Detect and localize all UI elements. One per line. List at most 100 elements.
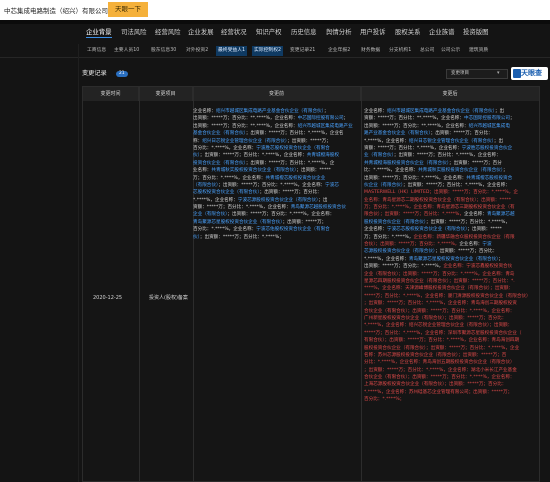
nav-tab-user-complaints[interactable]: 用户投诉	[360, 26, 386, 38]
company-link[interactable]: （有限合伙）	[193, 183, 218, 188]
subnav-business-info[interactable]: 工商信息	[87, 46, 106, 56]
change-text-segment: ；出资额：*****万；百分比：*.****%，企业名称：	[199, 153, 307, 159]
tianyan-button[interactable]: 天眼一下	[108, 2, 148, 17]
company-link[interactable]: 企业（有限合伙）	[193, 212, 227, 217]
company-link[interactable]: 青岛聚源芯越	[487, 212, 515, 217]
tianyancha-logo-icon	[513, 69, 521, 78]
company-link[interactable]: 共青城秋实股权投资合伙企业（有限合伙）	[211, 168, 296, 173]
change-text-line: 合伙企业（有限合伙）；出资额：*****万；百分比：*.****%，企业名称：	[364, 308, 538, 315]
subnav-key-personnel[interactable]: 主要人员10	[114, 46, 139, 56]
change-text-segment: ****%，企业名称：天津源峰博股权投资合伙企业（有限合伙）；出资额：	[364, 286, 514, 292]
company-link[interactable]: 青岛聚源芯星股权投资合伙企业（有限合伙）	[193, 220, 283, 225]
company-link[interactable]: 青岛聚源芯越股权投资合伙	[291, 205, 346, 210]
company-link[interactable]: 伙企业（有限合伙）	[364, 183, 403, 188]
nav-tab-investment-map[interactable]: 投资版图	[463, 26, 489, 38]
company-link[interactable]: 绍兴市越城区集成电路产业基金合伙企业（有限合伙）	[387, 109, 495, 114]
company-link[interactable]: 芯源股权投资合伙企业（有限合伙）	[364, 249, 435, 254]
after-change-content: 企业名称：绍兴市越城区集成电路产业基金合伙企业（有限合伙）；出 资额：*****万…	[364, 108, 538, 480]
nav-tab-intellectual-property[interactable]: 知识产权	[256, 26, 282, 38]
change-text-line: 资额：*****万；百分比：*.****%，企业名称：青岛聚源芯越股权投资合伙	[193, 204, 355, 211]
company-link[interactable]: 伙）	[193, 235, 200, 240]
nav-tab-enterprise-genealogy[interactable]: 企业族谱	[429, 26, 455, 38]
change-text-segment: 有限合伙）；出资额：*****万；百分比：*.****%，企业名称：青岛海创四期	[364, 338, 520, 344]
change-text-line: 有限合伙）；出资额：*****万；百分比：*.****%，企业名称：青岛海创四期	[364, 337, 538, 344]
company-link[interactable]: 共青城橙海股权投资合伙企业（有限合伙）	[364, 161, 449, 166]
subnav-construction-qualification[interactable]: 建筑资质	[469, 46, 488, 56]
company-link[interactable]: 伙）	[193, 153, 200, 158]
change-text-segment: ；	[509, 116, 515, 122]
company-name: 中芯集成电路制造（绍兴）有限公司	[4, 7, 108, 15]
nav-tab-equity-relations[interactable]: 股权关系	[395, 26, 421, 38]
subnav-shareholders[interactable]: 股东信息30	[151, 46, 176, 56]
nav-tab-operating-status[interactable]: 经营状况	[221, 26, 247, 38]
company-link[interactable]: 宁波芯源股权投资合伙企业（有限合伙）	[238, 198, 318, 203]
company-link[interactable]: 共青城橙海股权	[307, 153, 339, 158]
company-link[interactable]: 宁波芯佑股权投资合伙企业（有限合	[256, 227, 330, 232]
change-text-segment: 出资额：*****万；百分比：**.****%，企业名称：	[193, 116, 298, 122]
company-link[interactable]: 投资合伙企业（有限合伙）	[193, 161, 246, 166]
header-before-change: 变更前	[193, 87, 361, 101]
change-text-segment: ；出资额：*****万；百分比：*.****%；	[199, 234, 284, 240]
change-text-line: *.****%，企业名称：青岛聚源芯星股权投资合伙企业（有限合伙）；	[364, 256, 538, 263]
change-text-segment: ；	[323, 109, 329, 114]
subnav-change-records[interactable]: 变更记录21	[290, 46, 315, 56]
company-link[interactable]: 绍兴日芯锐企业管理合伙企业（有限合伙）	[409, 139, 494, 144]
company-link[interactable]: 绍兴市越城区集成电路产业基金合伙企业（有限合伙）	[216, 109, 324, 114]
change-text-line: ；出资额：*****万；百分比：*.****%，企业名称：青岛海创三期股权投资	[364, 300, 538, 307]
company-link[interactable]: 芯股权投资合伙企业（有限合伙）	[193, 190, 260, 195]
change-text-segment: ；出	[493, 138, 504, 144]
change-text-segment: 出资额：*****万；百分比：**.****%，企业名称：	[364, 123, 469, 129]
subnav-head-office[interactable]: 总公司	[420, 46, 434, 56]
company-link[interactable]: 共青城橙芯股权投资合伙企业	[265, 176, 325, 181]
change-text-segment: ；	[343, 116, 349, 122]
change-text-line: 业名称：青岛星源芯二期股权投资合伙企业（有限合伙）；出资额：*****	[364, 197, 538, 204]
subnav-actual-control[interactable]: 实际控制权2	[252, 46, 284, 56]
subnav-annual-reports[interactable]: 企业年报2	[328, 46, 350, 56]
company-link[interactable]: 基金合伙企业（有限合伙）	[193, 131, 246, 136]
company-link[interactable]: 绍兴市越城区集成电	[469, 124, 510, 129]
subnav-external-investment[interactable]: 对外投资2	[186, 46, 208, 56]
company-link[interactable]: 青岛聚源芯星股权投资合伙企业（有限合伙）	[409, 257, 499, 262]
change-text-line: 百分比：*.****%，企业名称：宁波胜芯股权投资合伙企业（有限合	[193, 145, 355, 152]
nav-tab-enterprise-development[interactable]: 企业发展	[188, 26, 214, 38]
company-link[interactable]: 宁波芯芯股权投资合伙企业（有限合伙）	[387, 227, 467, 232]
nav-tab-business-risk[interactable]: 经营风险	[155, 26, 181, 38]
change-text-segment: *.****%，企业名称：	[364, 256, 409, 262]
company-link[interactable]: 股权投资合伙企业（有限合伙）	[364, 220, 426, 225]
nav-tab-history[interactable]: 历史信息	[291, 26, 317, 38]
company-link[interactable]: 宁波	[482, 242, 491, 247]
company-link[interactable]: 路产业基金合伙企业（有限合伙）	[364, 131, 431, 136]
change-text-line: 合伙企业（有限合伙）；出资额：*****万；百分比：*.****%，企业名称：	[364, 374, 538, 381]
company-link[interactable]: 宁波芯	[325, 183, 339, 188]
change-text-segment: *****万；百分比：*.****%，企业名称：深圳市聚源芯星股权投资合伙企业（	[364, 330, 522, 336]
nav-tab-enterprise-background[interactable]: 企业背景	[86, 26, 112, 38]
subnav-financial-data[interactable]: 财务数据	[361, 46, 380, 56]
change-text-segment: 限合伙）；出资额：*****万；百分比：*.****%，	[364, 212, 464, 218]
company-link[interactable]: 宁波胜芯股权投资合伙企	[462, 146, 513, 151]
subnav-ultimate-beneficiary[interactable]: 最终受益人1	[216, 46, 248, 56]
change-item: 投资人(股权)备案	[149, 295, 188, 301]
change-text-line: 合伙）；出资额：*****万；百分比：*.****%，企业名称：宁波	[364, 241, 538, 248]
change-text-segment: *.****%，企业名称：	[193, 197, 238, 203]
nav-tab-judicial-risk[interactable]: 司法风险	[121, 26, 147, 38]
change-text-segment: ；出资额：*****万；百分比：*.****%，企业名称：	[218, 182, 326, 188]
company-link[interactable]: 共青城橙芯股权投资合	[466, 176, 512, 181]
change-text-segment: 企业名称：宁波芯鑫股权投资合伙	[443, 264, 513, 270]
company-link[interactable]: 中芯国际控股有限公司	[464, 116, 510, 121]
change-text-line: 出资额：*****万；百分比：**.****%，企业名称：中芯国际控股有限公司；	[193, 115, 355, 122]
change-text-segment: 合伙企业（有限合伙）；出资额：*****万；百分比：*.****%，企业名称：	[364, 308, 515, 314]
change-text-segment: 万；百分比：*.****%，	[364, 234, 414, 240]
company-link[interactable]: 绍兴日芯锐企业管理合伙企业（有限合伙）	[202, 139, 287, 144]
company-link[interactable]: 中芯国际控股有限公司	[298, 116, 344, 121]
company-link[interactable]: 宁波胜芯股权投资合伙企业（有限合	[256, 146, 330, 151]
nav-tab-sentiment-analysis[interactable]: 舆情分析	[326, 26, 352, 38]
change-text-line: 业名称：共青城秋实股权投资合伙企业（有限合伙）；出资额：*****	[193, 167, 355, 174]
subnav-company-notice[interactable]: 公司公示	[441, 46, 460, 56]
company-link[interactable]: 绍兴市越城区集成电路产业	[298, 124, 353, 129]
company-link[interactable]: 业（有限合伙）	[364, 153, 394, 158]
change-text-line: 企业（有限合伙）；出资额：*****万；百分比：*.****%，企业名称：青岛	[364, 271, 538, 278]
change-text-segment: 广州新星股权投资合伙企业（有限合伙）；出资额：*****万；百分比：	[364, 315, 507, 321]
subnav-branches[interactable]: 分支机构1	[389, 46, 411, 56]
company-link[interactable]: 共青城秋实股权投资合伙企业（有限合伙）	[418, 168, 503, 173]
top-header-bar: 中芯集成电路制造（绍兴）有限公司 天眼一下	[0, 0, 550, 20]
